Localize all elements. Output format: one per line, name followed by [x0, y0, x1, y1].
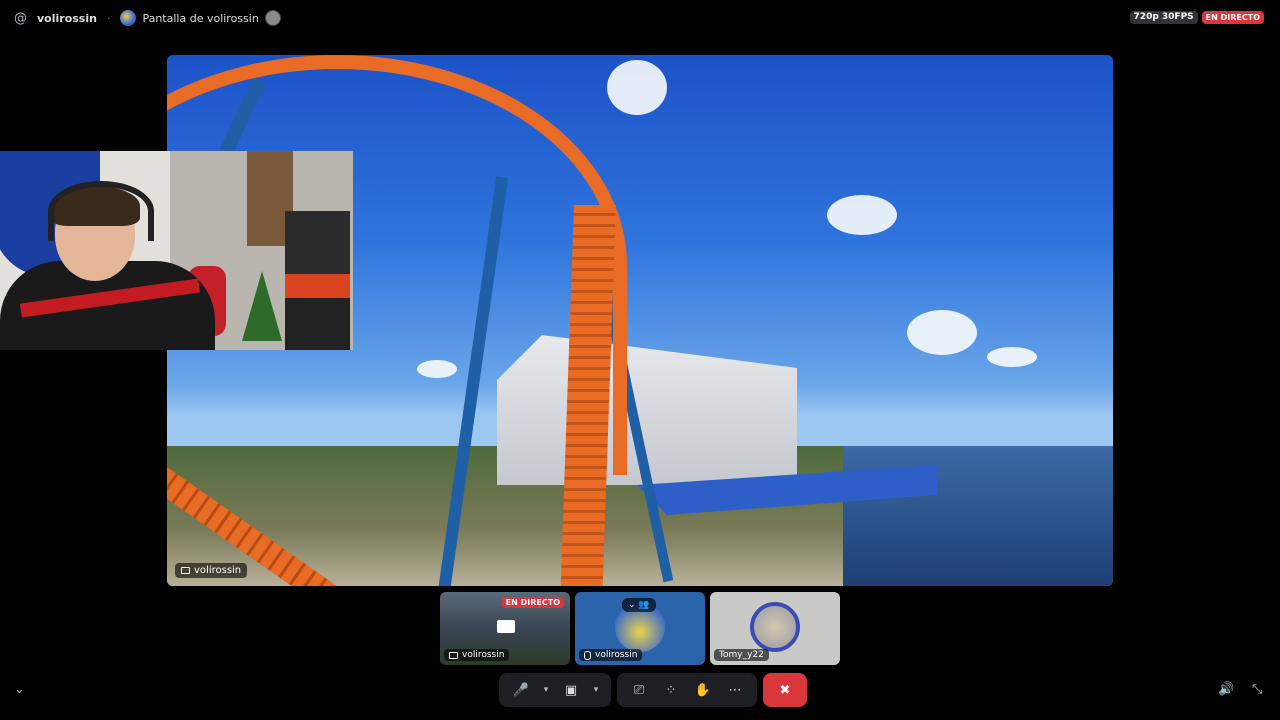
participant-tiles: EN DIRECTO volirossin ⌄ 👥 volirossin Tom… — [440, 592, 840, 665]
participant-label: volirossin — [579, 649, 643, 661]
participant-label: volirossin — [444, 649, 510, 661]
live-badge: EN DIRECTO — [501, 597, 564, 608]
shoe-boxes — [285, 211, 350, 350]
camera-options-chevron-icon[interactable]: ▾ — [589, 685, 603, 695]
microphone-button[interactable]: 🎤 — [507, 677, 535, 703]
cloud — [987, 347, 1037, 367]
mic-options-chevron-icon[interactable]: ▾ — [539, 685, 553, 695]
server-icon — [120, 10, 137, 26]
participant-name: volirossin — [462, 650, 505, 660]
cloud — [607, 60, 667, 115]
tile-hover-controls[interactable]: ⌄ 👥 — [622, 598, 656, 612]
stream-title: Pantalla de volirossin — [142, 11, 259, 25]
stream-water — [843, 446, 1113, 586]
activities-button[interactable]: ⁘ — [657, 677, 685, 703]
activity-controls: ⎚ ⁘ ✋ ⋯ — [617, 673, 757, 707]
mic-muted-icon — [584, 650, 591, 660]
call-header: @ volirossin · Pantalla de volirossin 72… — [0, 0, 1280, 36]
screen-share-icon — [181, 567, 190, 574]
participant-tile-volirossin[interactable]: ⌄ 👥 volirossin — [575, 592, 705, 665]
header-separator: · — [106, 11, 111, 25]
headset-icon — [48, 181, 154, 241]
participant-name: volirossin — [595, 650, 638, 660]
cloud — [827, 195, 897, 235]
cloud — [907, 310, 977, 355]
call-controls: 🎤 ▾ ▣ ▾ ⎚ ⁘ ✋ ⋯ ✖ — [499, 673, 807, 707]
stream-owner-tag: volirossin — [175, 563, 248, 578]
screen-share-icon — [497, 620, 515, 633]
stream-quality-badge: 720p 30FPS — [1129, 11, 1198, 24]
soundboard-button[interactable]: ✋ — [689, 677, 717, 703]
participant-name: Tomy_y22 — [719, 650, 764, 660]
live-badge: EN DIRECTO — [1201, 11, 1264, 24]
channel-name[interactable]: volirossin — [37, 12, 97, 25]
disconnect-button[interactable]: ✖ — [763, 673, 807, 707]
camera-off-button[interactable]: ▣ — [557, 677, 585, 703]
avatar — [750, 602, 800, 652]
participant-label: Tomy_y22 — [714, 649, 769, 661]
more-options-button[interactable]: ⋯ — [721, 677, 749, 703]
exit-fullscreen-icon[interactable]: ⤡ — [1252, 682, 1262, 697]
small-tree — [242, 271, 282, 341]
participant-tile-stream[interactable]: EN DIRECTO volirossin — [440, 592, 570, 665]
at-icon: @ — [14, 10, 27, 26]
stream-owner-name: volirossin — [194, 565, 242, 576]
streamer-avatar[interactable] — [264, 10, 281, 26]
webcam-overlay — [0, 151, 353, 350]
volume-icon[interactable]: 🔊 — [1218, 682, 1234, 697]
media-controls: 🎤 ▾ ▣ ▾ — [499, 673, 611, 707]
share-screen-button[interactable]: ⎚ — [625, 677, 653, 703]
collapse-icon[interactable]: ⌄ — [14, 682, 25, 697]
screen-share-icon — [449, 651, 458, 659]
participant-tile-tomy[interactable]: Tomy_y22 — [710, 592, 840, 665]
